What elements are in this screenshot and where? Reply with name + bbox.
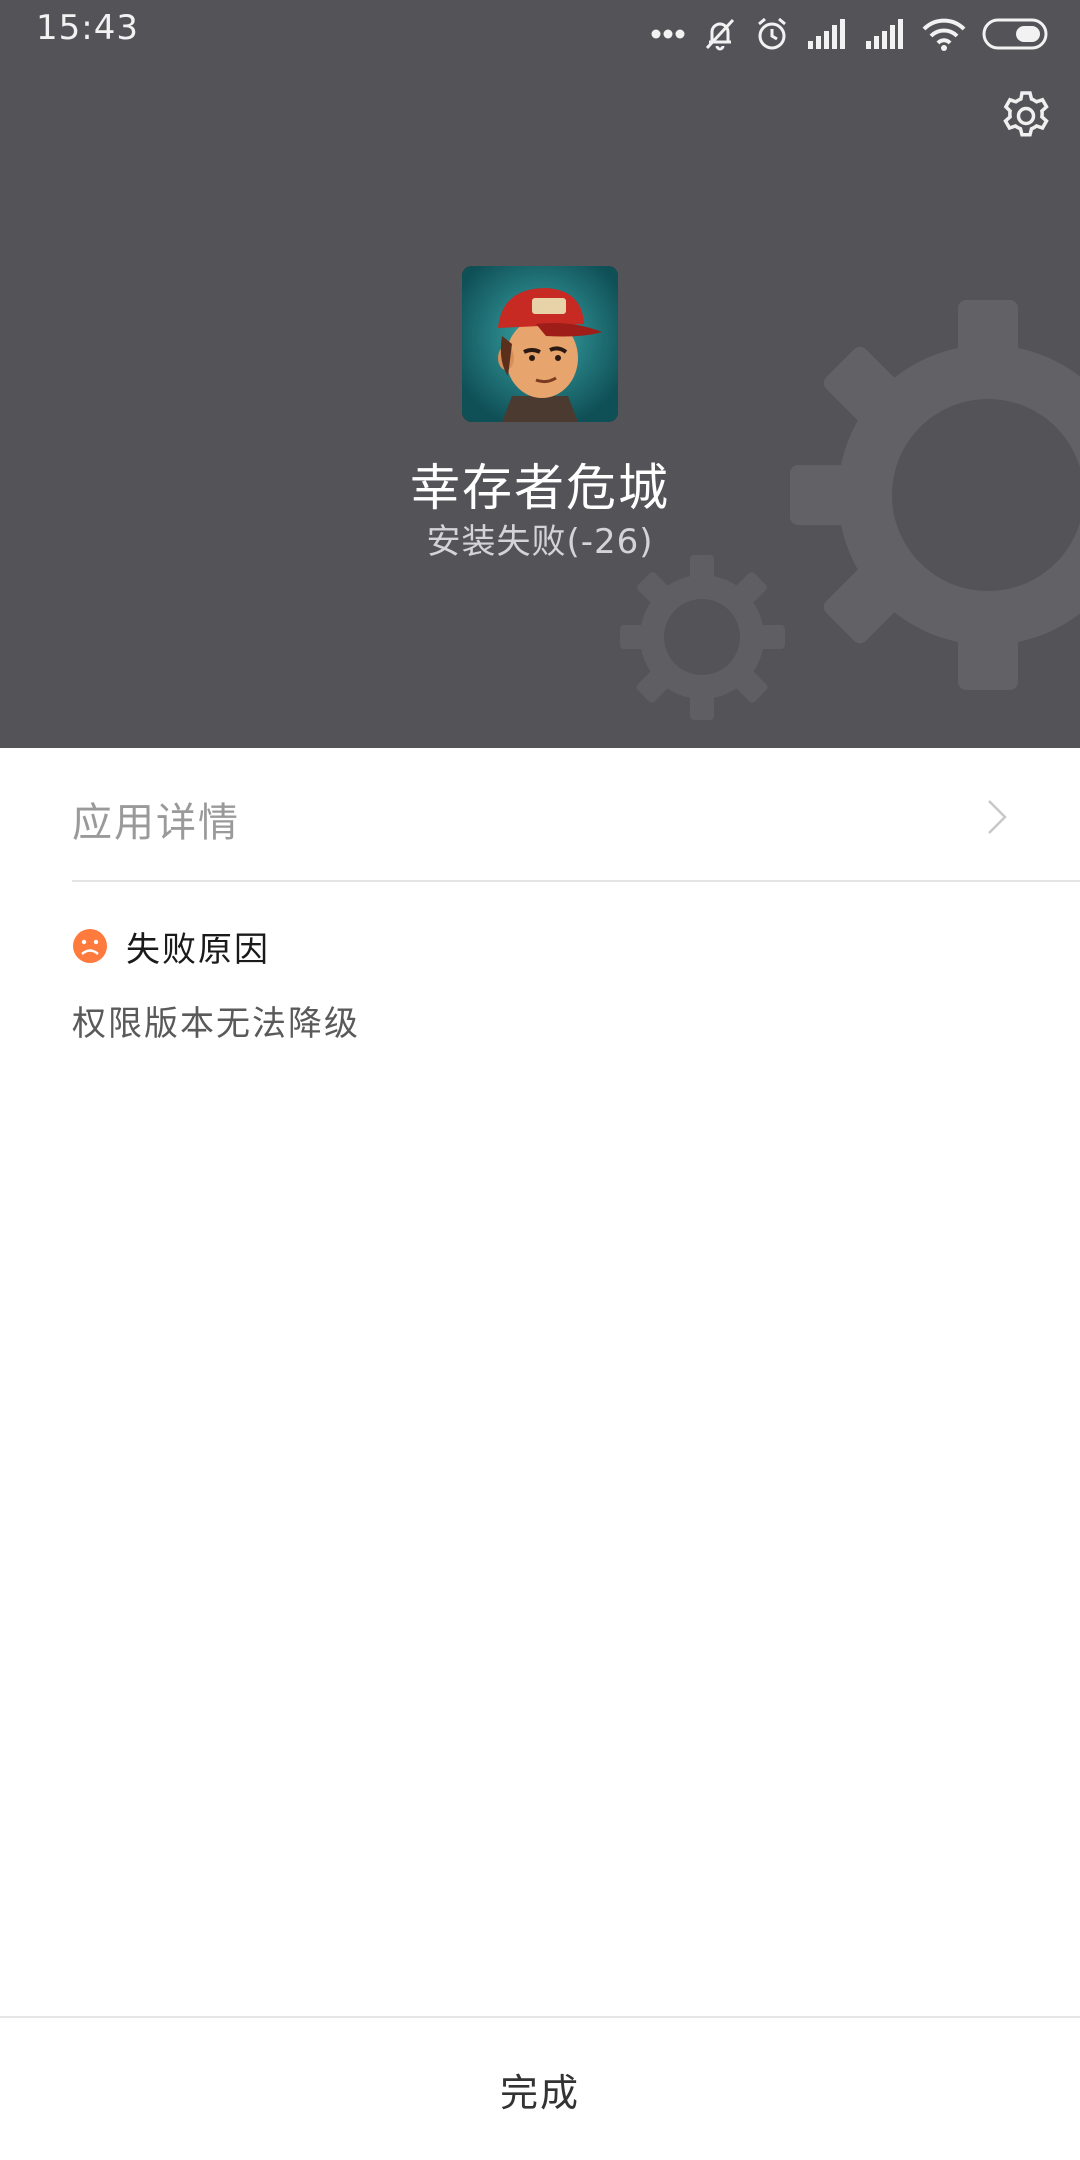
app-details-row[interactable]: 应用详情 [72,750,1080,882]
failure-reason-title: 失败原因 [126,929,270,970]
app-avatar-image [462,266,618,422]
done-button[interactable]: 完成 [0,2018,1080,2160]
wifi-icon [922,18,966,51]
sad-face-icon [73,929,107,963]
small-gear-decoration-icon [620,555,785,720]
battery-icon [982,18,1048,50]
status-time: 15:43 [36,8,139,48]
failure-reason-header: 失败原因 [72,920,270,972]
alarm-icon [758,17,786,50]
mute-bell-icon [705,18,735,51]
signal-icon [808,19,845,49]
more-dots-icon [651,29,685,39]
status-bar: 15:43 [0,0,1080,64]
app-name: 幸存者危城 [410,459,670,517]
settings-gear-icon[interactable] [1000,90,1052,142]
signal-icon [866,19,903,49]
failure-reason-text: 权限版本无法降级 [72,1004,360,1044]
app-details-label: 应用详情 [72,800,240,846]
bottom-action-bar: 完成 [0,2016,1080,2160]
chevron-right-icon [988,800,1007,834]
install-status: 安装失败(-26) [426,522,654,562]
status-icons [650,12,1050,56]
app-icon [462,266,618,422]
install-result-header: 15:43 幸存者危城 安装失败(-26) [0,0,1080,748]
